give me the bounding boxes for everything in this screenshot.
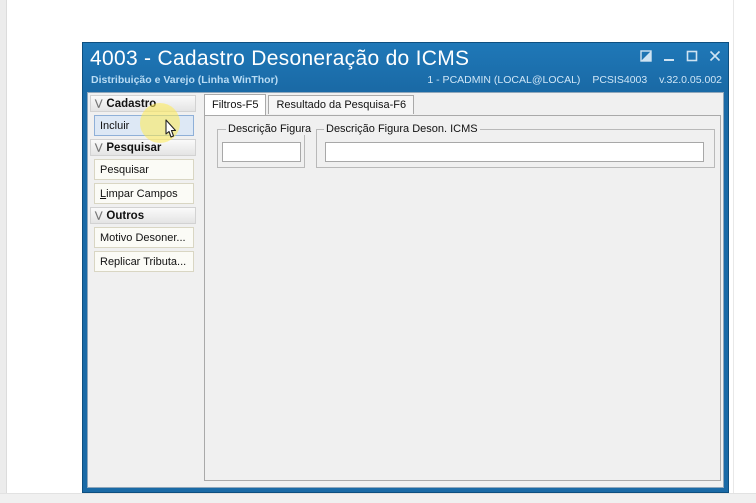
status-routine: PCSIS4003 (592, 74, 648, 86)
sidebar-group-outros[interactable]: ⋁ Outros (90, 207, 196, 224)
window-controls (639, 49, 722, 63)
descricao-figura-input[interactable] (222, 142, 301, 162)
tab-bar: Filtros-F5 Resultado da Pesquisa-F6 (204, 94, 416, 115)
motivo-desoneracao-button-label: Motivo Desoner... (100, 231, 186, 244)
descricao-figura-deson-input[interactable] (325, 142, 704, 162)
replicar-tributacao-button-label: Replicar Tributa... (100, 255, 187, 268)
window-subtitle: Distribuição e Varejo (Linha WinThor) (91, 74, 279, 86)
limpar-campos-button-label: impar Campos (106, 187, 178, 200)
maximize-icon[interactable] (685, 49, 699, 63)
status-version: v.32.0.05.002 (659, 74, 722, 86)
window-client-area: ⋁ Cadastro Incluir ⋁ Pesquisar Pesquisar… (87, 92, 724, 488)
incluir-button[interactable]: Incluir (94, 115, 194, 136)
tab-resultado-pesquisa-label: Resultado da Pesquisa-F6 (276, 99, 407, 111)
chevron-down-icon: ⋁ (95, 98, 103, 108)
chevron-down-icon: ⋁ (95, 210, 103, 220)
sidebar-group-cadastro[interactable]: ⋁ Cadastro (90, 95, 196, 112)
pesquisar-button-label: Pesquisar (100, 163, 149, 176)
sidebar-group-pesquisar[interactable]: ⋁ Pesquisar (90, 139, 196, 156)
page-bottom-edge (0, 493, 756, 503)
descricao-figura-deson-group: Descrição Figura Deson. ICMS (316, 123, 715, 168)
sidebar: ⋁ Cadastro Incluir ⋁ Pesquisar Pesquisar… (90, 95, 196, 484)
filtros-panel: Descrição Figura Descrição Figura Deson.… (204, 115, 721, 481)
restore-icon[interactable] (639, 49, 653, 63)
close-icon[interactable] (708, 49, 722, 63)
sidebar-group-label: Outros (106, 209, 145, 222)
window-title: 4003 - Cadastro Desoneração do ICMS (90, 47, 470, 70)
application-window: 4003 - Cadastro Desoneração do ICMS Dist… (82, 42, 729, 493)
descricao-figura-deson-label: Descrição Figura Deson. ICMS (324, 123, 480, 135)
pesquisar-button[interactable]: Pesquisar (94, 159, 194, 180)
chevron-down-icon: ⋁ (95, 142, 103, 152)
minimize-icon[interactable] (662, 49, 676, 63)
tab-filtros-label: Filtros-F5 (212, 99, 259, 111)
sidebar-group-label: Pesquisar (106, 141, 162, 154)
incluir-button-label: Incluir (100, 119, 130, 132)
window-status-bar: 1 - PCADMIN (LOCAL@LOCAL) PCSIS4003 v.32… (418, 74, 722, 86)
limpar-campos-button[interactable]: Limpar Campos (94, 183, 194, 204)
replicar-tributacao-button[interactable]: Replicar Tributa... (94, 251, 194, 272)
motivo-desoneracao-button[interactable]: Motivo Desoner... (94, 227, 194, 248)
descricao-figura-group: Descrição Figura (217, 123, 314, 168)
tab-filtros[interactable]: Filtros-F5 (204, 94, 267, 115)
descricao-figura-label: Descrição Figura (226, 123, 314, 135)
page-left-edge (0, 0, 7, 503)
sidebar-group-label: Cadastro (106, 97, 157, 110)
tab-resultado-pesquisa[interactable]: Resultado da Pesquisa-F6 (268, 95, 415, 114)
status-user: 1 - PCADMIN (LOCAL@LOCAL) (427, 74, 581, 86)
page-right-edge (733, 0, 756, 503)
